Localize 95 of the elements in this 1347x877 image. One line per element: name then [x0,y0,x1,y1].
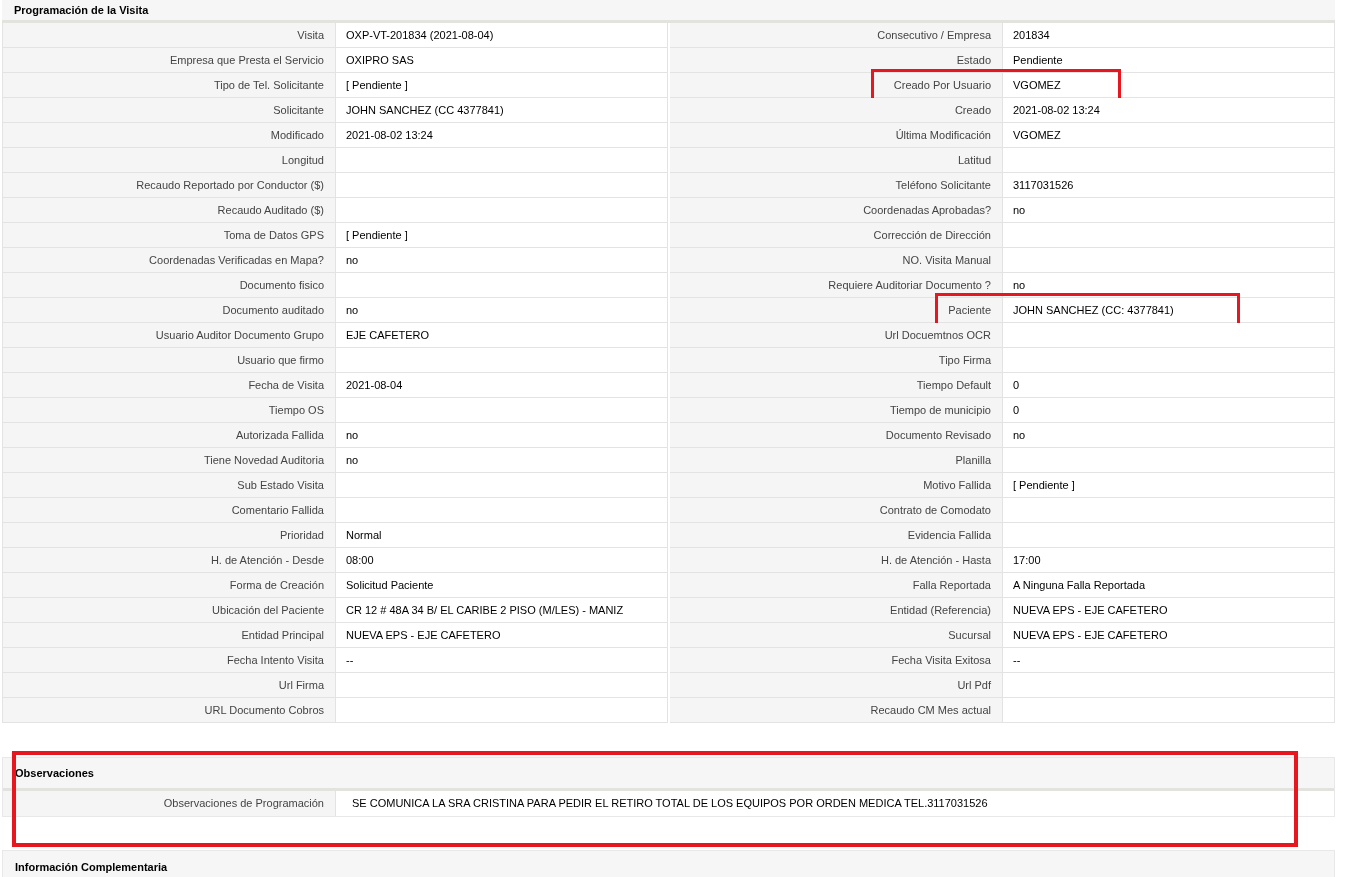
field-label: Recaudo CM Mes actual [670,698,1003,723]
field-label: Tipo de Tel. Solicitante [3,73,336,98]
field-label: Autorizada Fallida [3,423,336,448]
field-label: Contrato de Comodato [670,498,1003,523]
field-value: NUEVA EPS - EJE CAFETERO [1003,598,1335,623]
field-label: Documento Revisado [670,423,1003,448]
field-label: Fecha de Visita [3,373,336,398]
field-label: Empresa que Presta el Servicio [3,48,336,73]
field-value: [ Pendiente ] [336,223,668,248]
field-value: [ Pendiente ] [1003,473,1335,498]
field-label: Latitud [670,148,1003,173]
section-header: Información Complementaria [3,851,1334,877]
field-value: -- [336,648,668,673]
field-label: Tiempo OS [3,398,336,423]
field-label: Solicitante [3,98,336,123]
field-value: 3117031526 [1003,173,1335,198]
field-label: Falla Reportada [670,573,1003,598]
field-value: CR 12 # 48A 34 B/ EL CARIBE 2 PISO (M/LES) - MANIZ [336,598,668,623]
section-header: Observaciones [3,758,1334,791]
field-label: Paciente [670,298,1003,323]
field-value: [ Pendiente ] [336,73,668,98]
field-value: A Ninguna Falla Reportada [1003,573,1335,598]
field-label: Url Firma [3,673,336,698]
field-label: Prioridad [3,523,336,548]
field-label: Creado Por Usuario [670,73,1003,98]
field-value: no [1003,423,1335,448]
field-value: no [336,248,668,273]
field-value: JOHN SANCHEZ (CC: 4377841) [1003,298,1335,323]
field-value: Solicitud Paciente [336,573,668,598]
field-label: Forma de Creación [3,573,336,598]
field-label: Coordenadas Aprobadas? [670,198,1003,223]
field-label: Ubicación del Paciente [3,598,336,623]
field-label: Sub Estado Visita [3,473,336,498]
field-label: URL Documento Cobros [3,698,336,723]
field-value: no [336,448,668,473]
field-value: 2021-08-02 13:24 [1003,98,1335,123]
field-label: Tiempo de municipio [670,398,1003,423]
field-value: EJE CAFETERO [336,323,668,348]
field-label: Recaudo Reportado por Conductor ($) [3,173,336,198]
field-value: 17:00 [1003,548,1335,573]
field-value: OXIPRO SAS [336,48,668,73]
field-value: 2021-08-02 13:24 [336,123,668,148]
field-label: Corrección de Dirección [670,223,1003,248]
field-label: Longitud [3,148,336,173]
field-label: Observaciones de Programación [3,791,336,816]
field-label: Teléfono Solicitante [670,173,1003,198]
field-label: Visita [3,23,336,48]
field-label: Recaudo Auditado ($) [3,198,336,223]
section-header: Programación de la Visita [2,0,1335,23]
field-value: 201834 [1003,23,1335,48]
field-value: no [1003,198,1335,223]
field-value: Pendiente [1003,48,1335,73]
field-value: no [336,298,668,323]
field-value: 0 [1003,373,1335,398]
field-value: NUEVA EPS - EJE CAFETERO [1003,623,1335,648]
field-value: VGOMEZ [1003,73,1335,98]
field-label: Tipo Firma [670,348,1003,373]
field-label: Url Docuemtnos OCR [670,323,1003,348]
field-label: Entidad Principal [3,623,336,648]
field-label: Sucursal [670,623,1003,648]
field-label: Tiene Novedad Auditoria [3,448,336,473]
field-label: Creado [670,98,1003,123]
field-label: Coordenadas Verificadas en Mapa? [3,248,336,273]
field-label: H. de Atención - Desde [3,548,336,573]
field-label: H. de Atención - Hasta [670,548,1003,573]
field-value: no [336,423,668,448]
field-value: 2021-08-04 [336,373,668,398]
field-value: Normal [336,523,668,548]
field-label: Fecha Visita Exitosa [670,648,1003,673]
field-label: Última Modificación [670,123,1003,148]
field-value: 08:00 [336,548,668,573]
field-label: Entidad (Referencia) [670,598,1003,623]
field-label: Planilla [670,448,1003,473]
field-label: Requiere Auditoriar Documento ? [670,273,1003,298]
field-label: Consecutivo / Empresa [670,23,1003,48]
field-label: Toma de Datos GPS [3,223,336,248]
field-label: Comentario Fallida [3,498,336,523]
field-value: NUEVA EPS - EJE CAFETERO [336,623,668,648]
field-label: Tiempo Default [670,373,1003,398]
field-value: 0 [1003,398,1335,423]
field-value: VGOMEZ [1003,123,1335,148]
field-label: Documento auditado [3,298,336,323]
field-label: Usuario que firmo [3,348,336,373]
field-label: Motivo Fallida [670,473,1003,498]
field-label: Fecha Intento Visita [3,648,336,673]
field-value: JOHN SANCHEZ (CC 4377841) [336,98,668,123]
field-label: Modificado [3,123,336,148]
field-label: NO. Visita Manual [670,248,1003,273]
field-label: Evidencia Fallida [670,523,1003,548]
field-label: Estado [670,48,1003,73]
field-value: OXP-VT-201834 (2021-08-04) [336,23,668,48]
field-label: Usuario Auditor Documento Grupo [3,323,336,348]
field-label: Documento fisico [3,273,336,298]
field-value: -- [1003,648,1335,673]
field-label: Url Pdf [670,673,1003,698]
